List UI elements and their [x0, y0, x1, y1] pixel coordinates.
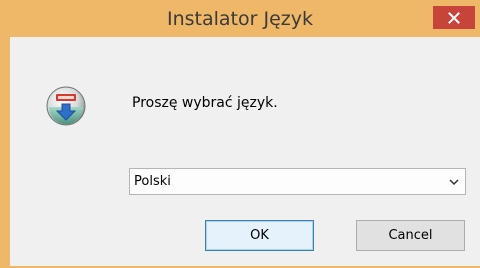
- window-title: Instalator Język: [167, 8, 313, 30]
- close-icon: [448, 11, 460, 24]
- title-bar[interactable]: Instalator Język: [0, 0, 480, 37]
- language-select-value: Polski: [134, 174, 171, 189]
- installer-language-dialog: Instalator Język Proszę wybrać język. Po…: [0, 0, 480, 268]
- chevron-down-icon: [449, 179, 459, 186]
- language-select[interactable]: Polski: [129, 168, 466, 195]
- installer-globe-icon: [46, 86, 86, 126]
- cancel-button[interactable]: Cancel: [356, 220, 465, 251]
- close-button[interactable]: [433, 6, 475, 29]
- language-prompt: Proszę wybrać język.: [132, 95, 278, 111]
- ok-button[interactable]: OK: [205, 220, 314, 251]
